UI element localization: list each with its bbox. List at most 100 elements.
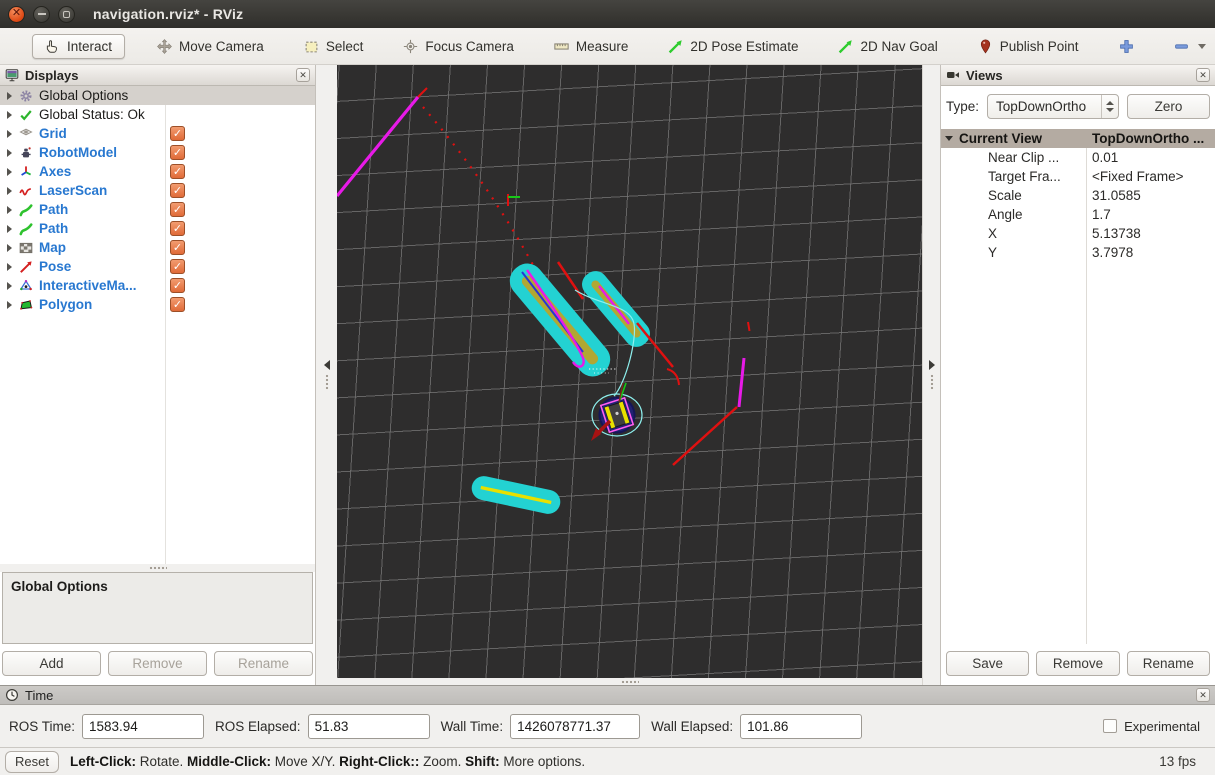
tool-measure[interactable]: Measure [546,35,637,58]
display-row[interactable]: Pose✓ [0,257,315,276]
enabled-checkbox[interactable]: ✓ [170,202,185,217]
enabled-checkbox[interactable]: ✓ [170,278,185,293]
display-row[interactable]: RobotModel✓ [0,143,315,162]
expander-icon[interactable] [7,263,12,271]
viewport-bottom-splitter[interactable] [337,678,922,685]
enabled-checkbox[interactable]: ✓ [170,145,185,160]
expander-icon[interactable] [7,206,12,214]
expander-open-icon[interactable] [945,136,953,141]
display-row[interactable]: Path✓ [0,200,315,219]
display-row[interactable]: Path✓ [0,219,315,238]
close-icon[interactable]: ✕ [1196,68,1210,82]
time-panel-header[interactable]: Time ✕ [0,686,1215,705]
views-panel-header[interactable]: Views ✕ [941,65,1215,86]
view-property-row[interactable]: Near Clip ...0.01 [941,148,1215,167]
pin-icon [978,39,993,54]
chevron-down-icon[interactable] [1198,44,1206,49]
views-panel: Views ✕ Type: TopDownOrtho Zero Current … [940,65,1215,685]
enabled-checkbox[interactable]: ✓ [170,183,185,198]
display-row[interactable]: LaserScan✓ [0,181,315,200]
minimize-window-button[interactable] [33,6,50,23]
3d-scene-overlay [337,65,922,678]
view-property-row[interactable]: Scale31.0585 [941,186,1215,205]
gear-icon [19,89,33,103]
expander-icon[interactable] [7,111,12,119]
tool-remove-tool[interactable] [1166,35,1214,58]
enabled-checkbox[interactable]: ✓ [170,240,185,255]
view-property-row[interactable]: Y3.7978 [941,243,1215,262]
tool-focus-camera[interactable]: Focus Camera [395,35,522,58]
enabled-checkbox[interactable]: ✓ [170,126,185,141]
remove-button[interactable]: Remove [108,651,207,676]
tool-publish-point[interactable]: Publish Point [970,35,1087,58]
select-icon [304,39,319,54]
remove-button[interactable]: Remove [1036,651,1119,676]
help-keyword: Shift: [465,754,500,769]
display-row[interactable]: Global Options [0,86,315,105]
displays-splitter[interactable] [0,564,315,572]
tool-select[interactable]: Select [296,35,372,58]
time-field: ROS Time: [9,714,204,739]
tool-interact[interactable]: Interact [32,34,125,59]
right-panel-splitter[interactable] [922,65,940,685]
close-window-button[interactable]: ✕ [8,6,25,23]
display-row[interactable]: Grid ✓ [0,124,315,143]
view-type-select[interactable]: TopDownOrtho [987,94,1119,119]
robot-icon [19,146,33,160]
tool-add-tool[interactable] [1111,35,1142,58]
clock-icon [5,688,19,702]
experimental-checkbox[interactable] [1103,719,1117,733]
tool-2d-nav-goal[interactable]: 2D Nav Goal [830,35,945,58]
view-property-row[interactable]: Target Fra...<Fixed Frame> [941,167,1215,186]
display-row-label: Grid [39,126,67,141]
property-name: Near Clip ... [941,150,1086,165]
expander-icon[interactable] [7,301,12,309]
close-icon[interactable]: ✕ [1196,688,1210,702]
current-view-header[interactable]: Current View TopDownOrtho ... [941,129,1215,148]
display-row[interactable]: Global Status: Ok [0,105,315,124]
expander-icon[interactable] [7,187,12,195]
close-icon[interactable]: ✕ [296,68,310,82]
rename-button[interactable]: Rename [1127,651,1210,676]
expander-icon[interactable] [7,168,12,176]
save-button[interactable]: Save [946,651,1029,676]
expander-icon[interactable] [7,149,12,157]
expander-icon[interactable] [7,92,12,100]
tool-2d-pose-estimate[interactable]: 2D Pose Estimate [660,35,806,58]
laser-segment [673,407,737,465]
tool-move-camera[interactable]: Move Camera [149,35,272,58]
displays-buttons: Add Remove Rename [0,644,315,685]
ros-time-input[interactable] [82,714,204,739]
path-icon [19,222,33,236]
left-panel-splitter[interactable] [316,65,337,685]
rename-button[interactable]: Rename [214,651,313,676]
enabled-checkbox[interactable]: ✓ [170,259,185,274]
enabled-checkbox[interactable]: ✓ [170,297,185,312]
wall-elapsed-input[interactable] [740,714,862,739]
expander-icon[interactable] [7,282,12,290]
reset-button[interactable]: Reset [5,751,59,773]
view-property-row[interactable]: X5.13738 [941,224,1215,243]
display-row[interactable]: Polygon✓ [0,295,315,314]
collapse-left-icon[interactable] [324,360,330,370]
expander-icon[interactable] [7,244,12,252]
maximize-window-button[interactable] [58,6,75,23]
enabled-checkbox[interactable]: ✓ [170,164,185,179]
wall-time-input[interactable] [510,714,640,739]
property-value: 1.7 [1086,207,1111,222]
display-row[interactable]: Axes✓ [0,162,315,181]
enabled-checkbox[interactable]: ✓ [170,221,185,236]
zero-button[interactable]: Zero [1127,94,1210,119]
expander-icon[interactable] [7,225,12,233]
view-property-row[interactable]: Angle1.7 [941,205,1215,224]
expander-icon[interactable] [7,130,12,138]
displays-panel-header[interactable]: Displays ✕ [0,65,315,86]
spinner-arrows-icon[interactable] [1101,95,1118,118]
collapse-right-icon[interactable] [929,360,935,370]
ros-elapsed-input[interactable] [308,714,430,739]
experimental-toggle: Experimental [1103,719,1200,734]
display-row[interactable]: Map✓ [0,238,315,257]
render-view[interactable] [337,65,922,678]
display-row[interactable]: InteractiveMa...✓ [0,276,315,295]
add-button[interactable]: Add [2,651,101,676]
